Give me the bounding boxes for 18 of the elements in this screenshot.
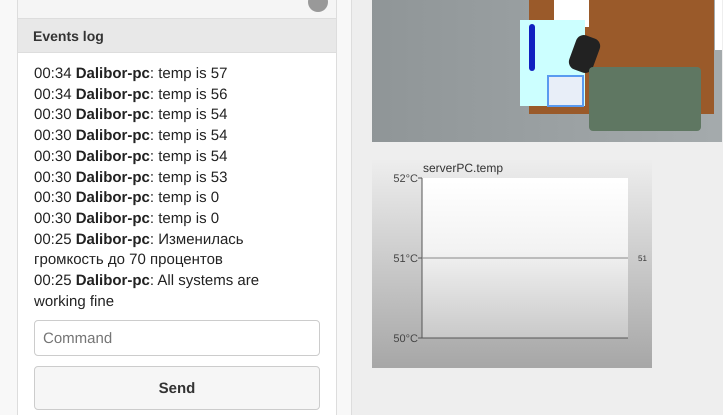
log-entry: 00:30 Dalibor-pc: temp is 53 xyxy=(34,168,228,188)
chart-title: serverPC.temp xyxy=(423,161,504,175)
send-button[interactable]: Send xyxy=(34,366,320,410)
command-field[interactable]: Command xyxy=(34,320,320,356)
log-entry: 00:34 Dalibor-pc: temp is 57 xyxy=(34,64,228,84)
log-entry: 00:30 Dalibor-pc: temp is 0 xyxy=(34,208,220,229)
log-entry: 00:30 Dalibor-pc: temp is 54 xyxy=(34,146,228,167)
y-tick-label: 52°C xyxy=(393,173,418,185)
log-entry: 00:30 Dalibor-pc: temp is 0 xyxy=(34,188,220,208)
y-tick-label: 50°C xyxy=(393,333,418,345)
line-value-label: 51 xyxy=(638,254,647,263)
log-entry: 00:25 Dalibor-pc: Изменилась громкость до 70 процентов xyxy=(34,230,245,270)
log-entry: 00:25 Dalibor-pc: All systems are working fine xyxy=(34,271,260,312)
log-entry: 00:30 Dalibor-pc: temp is 54 xyxy=(34,126,228,146)
y-tick-label: 51°C xyxy=(393,253,418,265)
log-entry: 00:34 Dalibor-pc: temp is 56 xyxy=(34,84,228,105)
log-entry: 00:30 Dalibor-pc: temp is 54 xyxy=(34,105,228,126)
panel-title: Events log xyxy=(33,28,104,44)
